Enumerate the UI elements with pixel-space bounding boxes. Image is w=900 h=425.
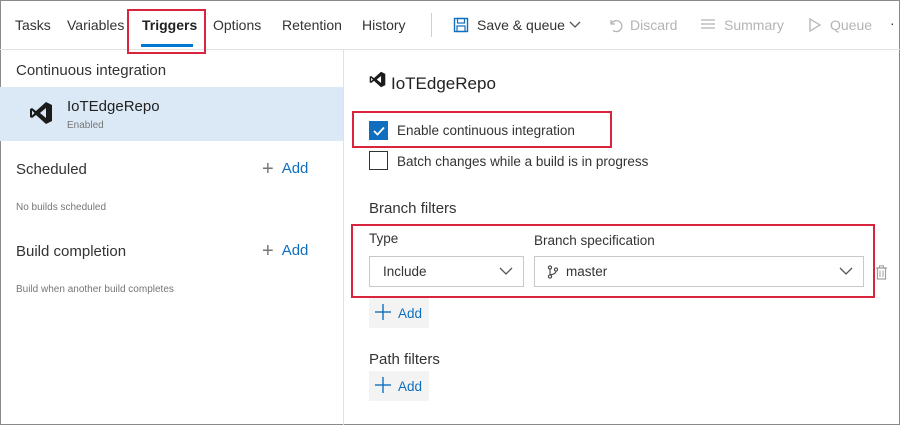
ci-repo-item[interactable]: IoTEdgeRepo Enabled: [0, 87, 343, 141]
chevron-down-icon: [569, 21, 581, 28]
path-filters-title: Path filters: [369, 351, 440, 368]
branch-spec-value: master: [566, 264, 608, 279]
tab-history[interactable]: History: [362, 17, 406, 33]
build-completion-section-title: Build completion: [16, 243, 127, 260]
discard-icon: [610, 19, 623, 33]
visual-studio-icon: [30, 102, 52, 124]
tab-variables[interactable]: Variables: [67, 17, 124, 33]
queue-icon: [809, 17, 822, 33]
plus-icon: [375, 304, 391, 320]
save-icon: [453, 17, 469, 33]
trash-icon[interactable]: [875, 265, 888, 280]
build-completion-note: Build when another build completes: [16, 284, 174, 295]
repo-status: Enabled: [67, 120, 104, 131]
tab-retention[interactable]: Retention: [282, 17, 342, 33]
tab-tasks[interactable]: Tasks: [15, 17, 51, 33]
summary-icon: [701, 19, 715, 29]
add-schedule-button[interactable]: + Add: [262, 158, 308, 181]
branch-icon: [547, 265, 559, 279]
tab-options[interactable]: Options: [213, 17, 261, 33]
add-schedule-label: Add: [281, 160, 309, 177]
filter-type-dropdown[interactable]: Include: [369, 256, 524, 287]
queue-label: Queue: [830, 17, 873, 33]
discard-label: Discard: [630, 17, 678, 33]
top-tab-bar: Tasks Variables Triggers Options Retenti…: [0, 0, 900, 54]
repo-name: IoTEdgeRepo: [67, 98, 160, 115]
ci-section-title: Continuous integration: [16, 62, 167, 79]
toolbar-separator: [431, 13, 432, 37]
batch-changes-checkbox[interactable]: [369, 151, 388, 170]
scheduled-section-title: Scheduled: [16, 161, 87, 178]
plus-icon: +: [262, 240, 274, 262]
batch-changes-label[interactable]: Batch changes while a build is in progre…: [397, 154, 648, 169]
scheduled-note: No builds scheduled: [16, 202, 107, 213]
plus-icon: +: [262, 158, 274, 180]
type-label: Type: [369, 231, 399, 246]
add-branch-filter-button[interactable]: Add: [369, 298, 429, 328]
chevron-down-icon: [499, 267, 513, 275]
add-build-completion-label: Add: [281, 242, 309, 259]
enable-ci-label[interactable]: Enable continuous integration: [397, 123, 575, 138]
triggers-list-panel: Continuous integration IoTEdgeRepo Enabl…: [0, 50, 344, 425]
add-path-filter-label: Add: [398, 379, 423, 394]
add-path-filter-button[interactable]: Add: [369, 371, 429, 401]
check-icon: [373, 126, 385, 136]
enable-ci-checkbox[interactable]: [369, 121, 388, 140]
branch-spec-dropdown[interactable]: master: [534, 256, 864, 287]
branch-spec-label: Branch specification: [534, 233, 655, 248]
save-and-queue-label: Save & queue: [477, 17, 565, 33]
trigger-details-panel: IoTEdgeRepo Enable continuous integratio…: [345, 50, 900, 425]
more-actions-button[interactable]: ·: [890, 15, 895, 31]
filter-type-value: Include: [383, 264, 427, 279]
add-build-completion-button[interactable]: + Add: [262, 240, 308, 263]
visual-studio-icon: [369, 71, 386, 88]
triggers-tab-highlight: [127, 9, 206, 54]
branch-filters-title: Branch filters: [369, 200, 457, 217]
summary-label: Summary: [724, 17, 784, 33]
add-branch-filter-label: Add: [398, 306, 423, 321]
plus-icon: [375, 377, 391, 393]
details-title: IoTEdgeRepo: [391, 74, 496, 93]
chevron-down-icon: [839, 267, 853, 275]
